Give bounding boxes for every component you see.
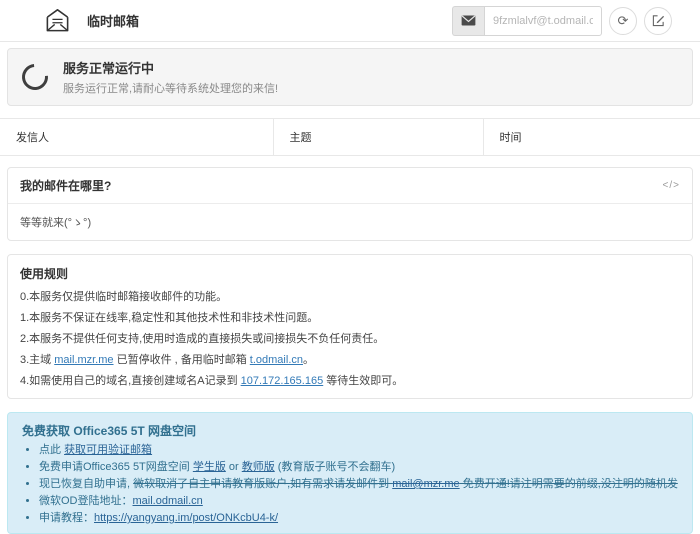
where-is-mail-header: 我的邮件在哪里? </>: [8, 168, 692, 204]
office365-promo-panel: 免费获取 Office365 5T 网盘空间 点此 获取可用验证邮箱 免费申请O…: [7, 412, 693, 534]
promo-item-verify-mailbox: 点此 获取可用验证邮箱: [39, 444, 678, 456]
header-bar: 临时邮箱 ⟳: [0, 0, 700, 42]
status-texts: 服务正常运行中 服务运行正常,请耐心等待系统处理您的来信!: [63, 58, 278, 96]
usage-rules-card: 使用规则 0.本服务仅提供临时邮箱接收邮件的功能。 1.本服务不保证在线率,稳定…: [7, 254, 693, 399]
refresh-icon: ⟳: [618, 13, 629, 29]
promo-item-4-text: 微软OD登陆地址：: [39, 495, 133, 507]
inbox-table: 发信人 主题 时间: [0, 118, 700, 156]
where-is-mail-body: 等等就来(°ゝ°): [8, 204, 692, 240]
rule-3: 3.主域 mail.mzr.me 已暂停收件 , 备用临时邮箱 t.odmail…: [20, 354, 680, 366]
brand: 临时邮箱: [0, 7, 139, 34]
service-status-panel: 服务正常运行中 服务运行正常,请耐心等待系统处理您的来信!: [7, 48, 693, 106]
where-is-mail-card: 我的邮件在哪里? </> 等等就来(°ゝ°): [7, 167, 693, 241]
header-controls: ⟳: [452, 6, 700, 36]
verify-mailbox-link[interactable]: 获取可用验证邮箱: [64, 444, 152, 456]
promo-item-3-strike-end: 免费开通!请注明需要的前缀,没注明的随机发: [460, 478, 678, 490]
promo-item-3-strike: 微软取消了自主申请教育版账户,如有需求请发邮件到: [133, 478, 392, 490]
inbox-header-row: 发信人 主题 时间: [0, 119, 700, 156]
column-subject: 主题: [273, 119, 483, 156]
rule-1: 1.本服务不保证在线率,稳定性和其他技术性和非技术性问题。: [20, 312, 680, 324]
status-subtitle: 服务运行正常,请耐心等待系统处理您的来信!: [63, 80, 278, 96]
promo-list: 点此 获取可用验证邮箱 免费申请Office365 5T网盘空间 学生版 or …: [22, 444, 678, 524]
request-mail-link[interactable]: mail@mzr.me: [392, 478, 459, 490]
envelope-addon-icon: [452, 6, 484, 36]
email-input-group: [452, 6, 602, 36]
edit-email-button[interactable]: [644, 7, 672, 35]
app-title: 临时邮箱: [87, 11, 139, 30]
temp-email-input[interactable]: [484, 6, 602, 36]
usage-rules-title: 使用规则: [20, 265, 680, 282]
rule-3-text-mid: 已暂停收件 , 备用临时邮箱: [114, 354, 250, 366]
rule-4-text-end: 等待生效即可。: [323, 375, 403, 387]
dns-ip-link[interactable]: 107.172.165.165: [241, 375, 324, 387]
promo-item-tutorial: 申请教程：https://yangyang.im/post/ONKcbU4-k/: [39, 512, 678, 524]
promo-item-apply: 免费申请Office365 5T网盘空间 学生版 or 教师版 (教育版子账号不…: [39, 461, 678, 473]
status-title: 服务正常运行中: [63, 58, 278, 77]
promo-item-1-text: 点此: [39, 444, 64, 456]
rule-4: 4.如需使用自己的域名,直接创建域名A记录到 107.172.165.165 等…: [20, 375, 680, 387]
refresh-button[interactable]: ⟳: [609, 7, 637, 35]
backup-domain-link[interactable]: t.odmail.cn: [250, 354, 303, 366]
rule-3-text-end: 。: [303, 354, 314, 366]
promo-item-5-text: 申请教程：: [39, 512, 94, 524]
rule-4-text: 4.如需使用自己的域名,直接创建域名A记录到: [20, 375, 241, 387]
rule-3-text: 3.主域: [20, 354, 54, 366]
column-time: 时间: [483, 119, 700, 156]
tutorial-link[interactable]: https://yangyang.im/post/ONKcbU4-k/: [94, 512, 278, 524]
od-login-link[interactable]: mail.odmail.cn: [133, 495, 203, 507]
promo-item-2-text: 免费申请Office365 5T网盘空间: [39, 461, 193, 473]
code-icon: </>: [663, 180, 680, 191]
rule-2: 2.本服务不提供任何支持,使用时造成的直接损失或间接损失不负任何责任。: [20, 333, 680, 345]
where-is-mail-title: 我的邮件在哪里?: [20, 177, 111, 194]
spinner-icon: [17, 59, 54, 96]
promo-item-restored: 现已恢复自助申请, 微软取消了自主申请教育版账户,如有需求请发邮件到 mail@…: [39, 478, 678, 490]
edit-icon: [652, 14, 665, 27]
column-sender: 发信人: [0, 119, 273, 156]
promo-item-2-text-mid: or: [226, 461, 242, 473]
rule-0: 0.本服务仅提供临时邮箱接收邮件的功能。: [20, 291, 680, 303]
promo-title: 免费获取 Office365 5T 网盘空间: [22, 422, 678, 439]
promo-item-2-text-end: (教育版子账号不会翻车): [275, 461, 395, 473]
promo-item-od-login: 微软OD登陆地址：mail.odmail.cn: [39, 495, 678, 507]
main-domain-link[interactable]: mail.mzr.me: [54, 354, 113, 366]
teacher-edition-link[interactable]: 教师版: [242, 461, 275, 473]
open-envelope-logo-icon: [44, 7, 71, 34]
promo-item-3-text: 现已恢复自助申请,: [39, 478, 133, 490]
student-edition-link[interactable]: 学生版: [193, 461, 226, 473]
